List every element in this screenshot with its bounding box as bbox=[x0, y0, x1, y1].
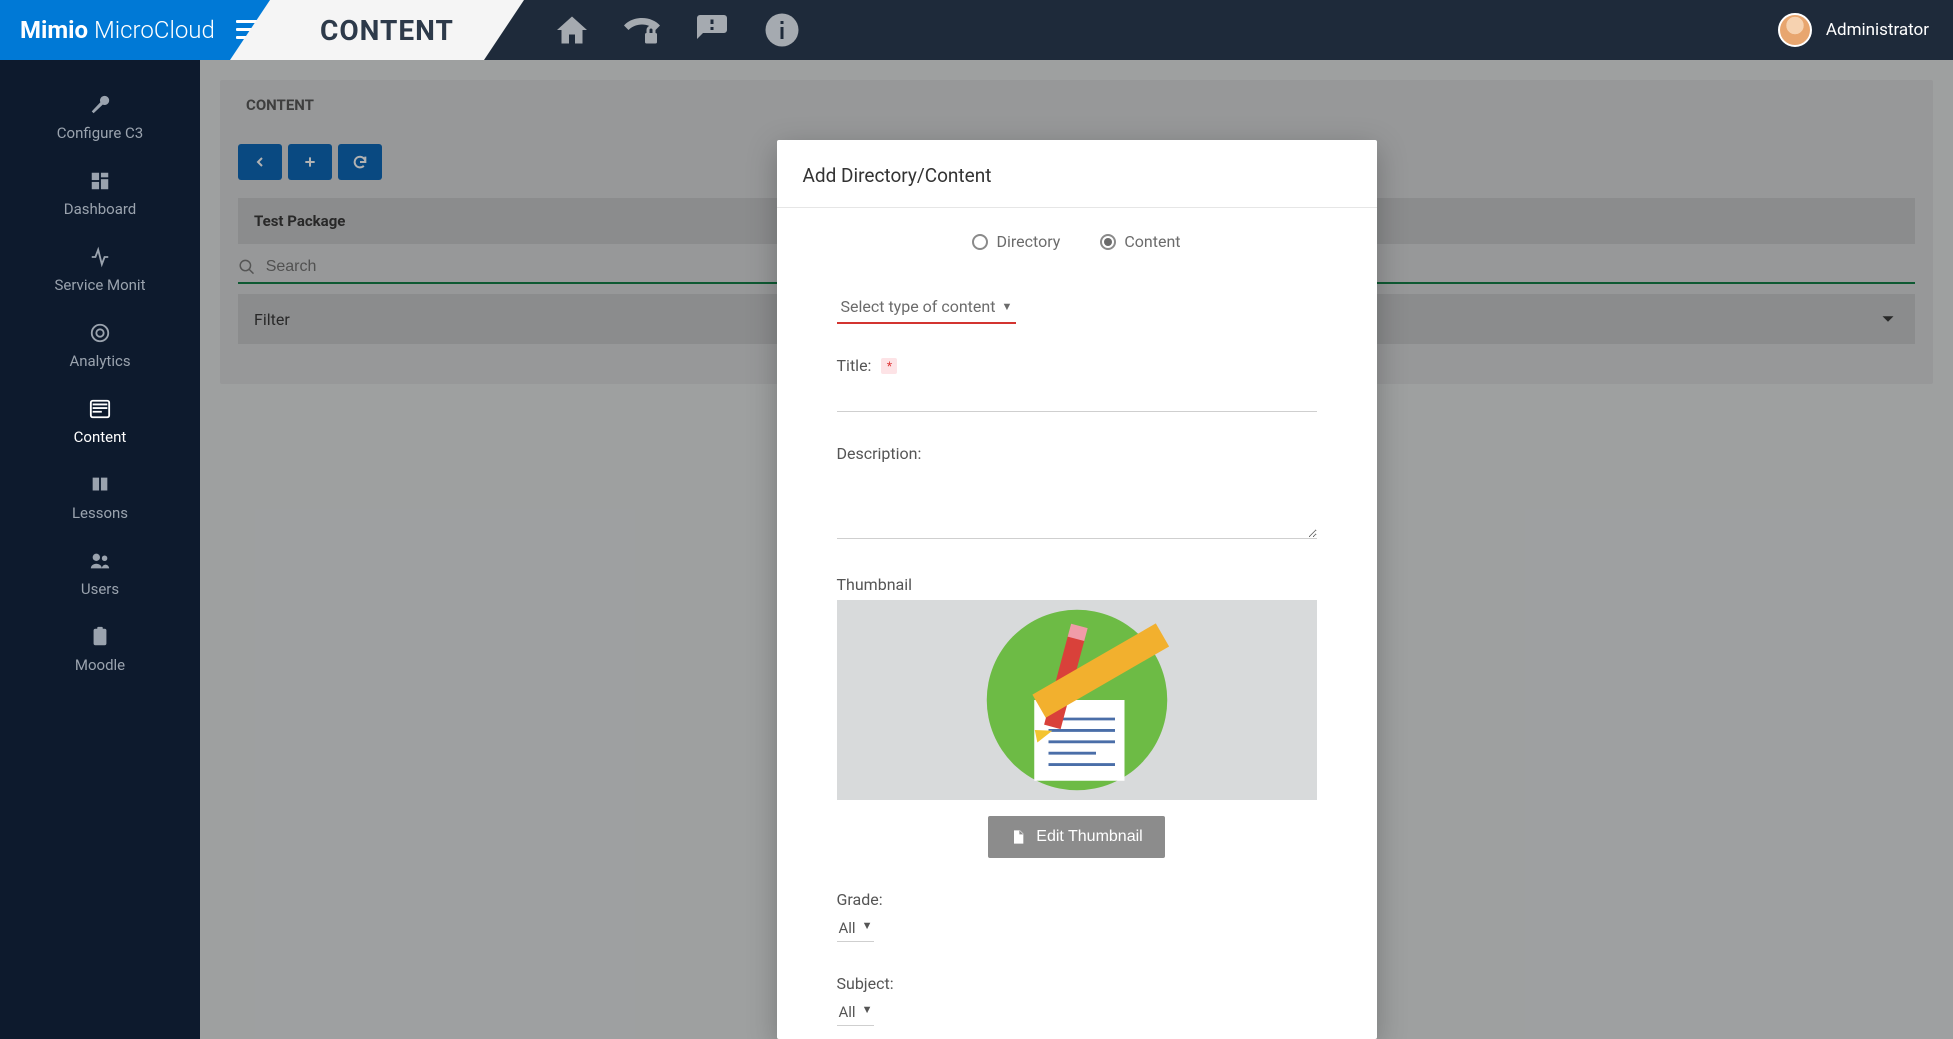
modal-body: Directory Content Select type of content… bbox=[777, 208, 1377, 1039]
caret-down-icon: ▼ bbox=[1001, 300, 1012, 313]
sidebar-item-lessons[interactable]: Lessons bbox=[0, 460, 200, 536]
sidebar-item-label: Dashboard bbox=[64, 200, 137, 218]
title-input[interactable] bbox=[837, 381, 1317, 412]
home-icon[interactable] bbox=[554, 12, 590, 48]
radio-icon bbox=[972, 234, 988, 250]
thumbnail-field: Thumbnail bbox=[837, 575, 1317, 858]
caret-down-icon: ▼ bbox=[862, 919, 873, 937]
sidebar-item-label: Lessons bbox=[72, 504, 128, 522]
sidebar: Configure C3 Dashboard Service Monit Ana… bbox=[0, 60, 200, 1039]
content-type-select[interactable]: Select type of content ▼ bbox=[837, 291, 1017, 324]
caret-down-icon: ▼ bbox=[862, 1003, 873, 1021]
grade-label: Grade: bbox=[837, 890, 883, 909]
dashboard-icon bbox=[89, 170, 111, 192]
header-icon-row bbox=[554, 12, 800, 48]
header-section-label: CONTENT bbox=[320, 14, 454, 47]
sidebar-item-label: Content bbox=[74, 428, 127, 446]
subject-label: Subject: bbox=[837, 974, 894, 993]
sidebar-item-dashboard[interactable]: Dashboard bbox=[0, 156, 200, 232]
app-header: Mimio MicroCloud CONTENT Administrator bbox=[0, 0, 1953, 60]
content-type-field: Select type of content ▼ bbox=[837, 291, 1317, 324]
thumbnail-default-icon bbox=[982, 605, 1172, 795]
description-label: Description: bbox=[837, 444, 922, 463]
header-section-tab: CONTENT bbox=[270, 0, 484, 60]
grade-select[interactable]: All ▼ bbox=[837, 915, 875, 942]
wifi-lock-icon[interactable] bbox=[624, 12, 660, 48]
sidebar-item-analytics[interactable]: Analytics bbox=[0, 308, 200, 384]
modal-title: Add Directory/Content bbox=[777, 140, 1377, 208]
pulse-icon bbox=[89, 246, 111, 268]
sidebar-item-label: Configure C3 bbox=[57, 124, 143, 142]
user-menu[interactable]: Administrator bbox=[1778, 13, 1953, 47]
required-icon: * bbox=[881, 358, 897, 374]
sidebar-item-users[interactable]: Users bbox=[0, 536, 200, 612]
sidebar-item-label: Users bbox=[81, 580, 119, 598]
book-icon bbox=[89, 474, 111, 496]
announcement-icon[interactable] bbox=[694, 12, 730, 48]
target-icon bbox=[89, 322, 111, 344]
thumbnail-preview bbox=[837, 600, 1317, 800]
avatar bbox=[1778, 13, 1812, 47]
type-radio-group: Directory Content bbox=[837, 232, 1317, 251]
clipboard-icon bbox=[89, 626, 111, 648]
description-input[interactable] bbox=[837, 469, 1317, 539]
title-field: Title: * bbox=[837, 356, 1317, 412]
radio-icon bbox=[1100, 234, 1116, 250]
users-icon bbox=[89, 550, 111, 572]
wrench-icon bbox=[89, 94, 111, 116]
title-label: Title: bbox=[837, 356, 872, 375]
subject-select[interactable]: All ▼ bbox=[837, 999, 875, 1026]
grade-field: Grade: All ▼ bbox=[837, 890, 1317, 942]
sidebar-item-service-monitor[interactable]: Service Monit bbox=[0, 232, 200, 308]
library-icon bbox=[89, 398, 111, 420]
brand-logo: Mimio MicroCloud bbox=[20, 16, 215, 44]
description-field: Description: bbox=[837, 444, 1317, 543]
add-content-modal: Add Directory/Content Directory Content … bbox=[777, 140, 1377, 1039]
edit-thumbnail-button[interactable]: Edit Thumbnail bbox=[988, 816, 1164, 858]
sidebar-item-moodle[interactable]: Moodle bbox=[0, 612, 200, 688]
sidebar-item-label: Analytics bbox=[69, 352, 130, 370]
main-area: CONTENT Test Package Filter Add Director… bbox=[200, 60, 1953, 1039]
subject-field: Subject: All ▼ bbox=[837, 974, 1317, 1026]
radio-content[interactable]: Content bbox=[1100, 232, 1180, 251]
sidebar-item-configure[interactable]: Configure C3 bbox=[0, 80, 200, 156]
sidebar-item-label: Service Monit bbox=[54, 276, 145, 294]
file-icon bbox=[1010, 829, 1026, 845]
user-name: Administrator bbox=[1826, 20, 1929, 40]
radio-directory[interactable]: Directory bbox=[972, 232, 1060, 251]
sidebar-item-label: Moodle bbox=[75, 656, 125, 674]
sidebar-item-content[interactable]: Content bbox=[0, 384, 200, 460]
info-icon[interactable] bbox=[764, 12, 800, 48]
thumbnail-label: Thumbnail bbox=[837, 575, 913, 594]
